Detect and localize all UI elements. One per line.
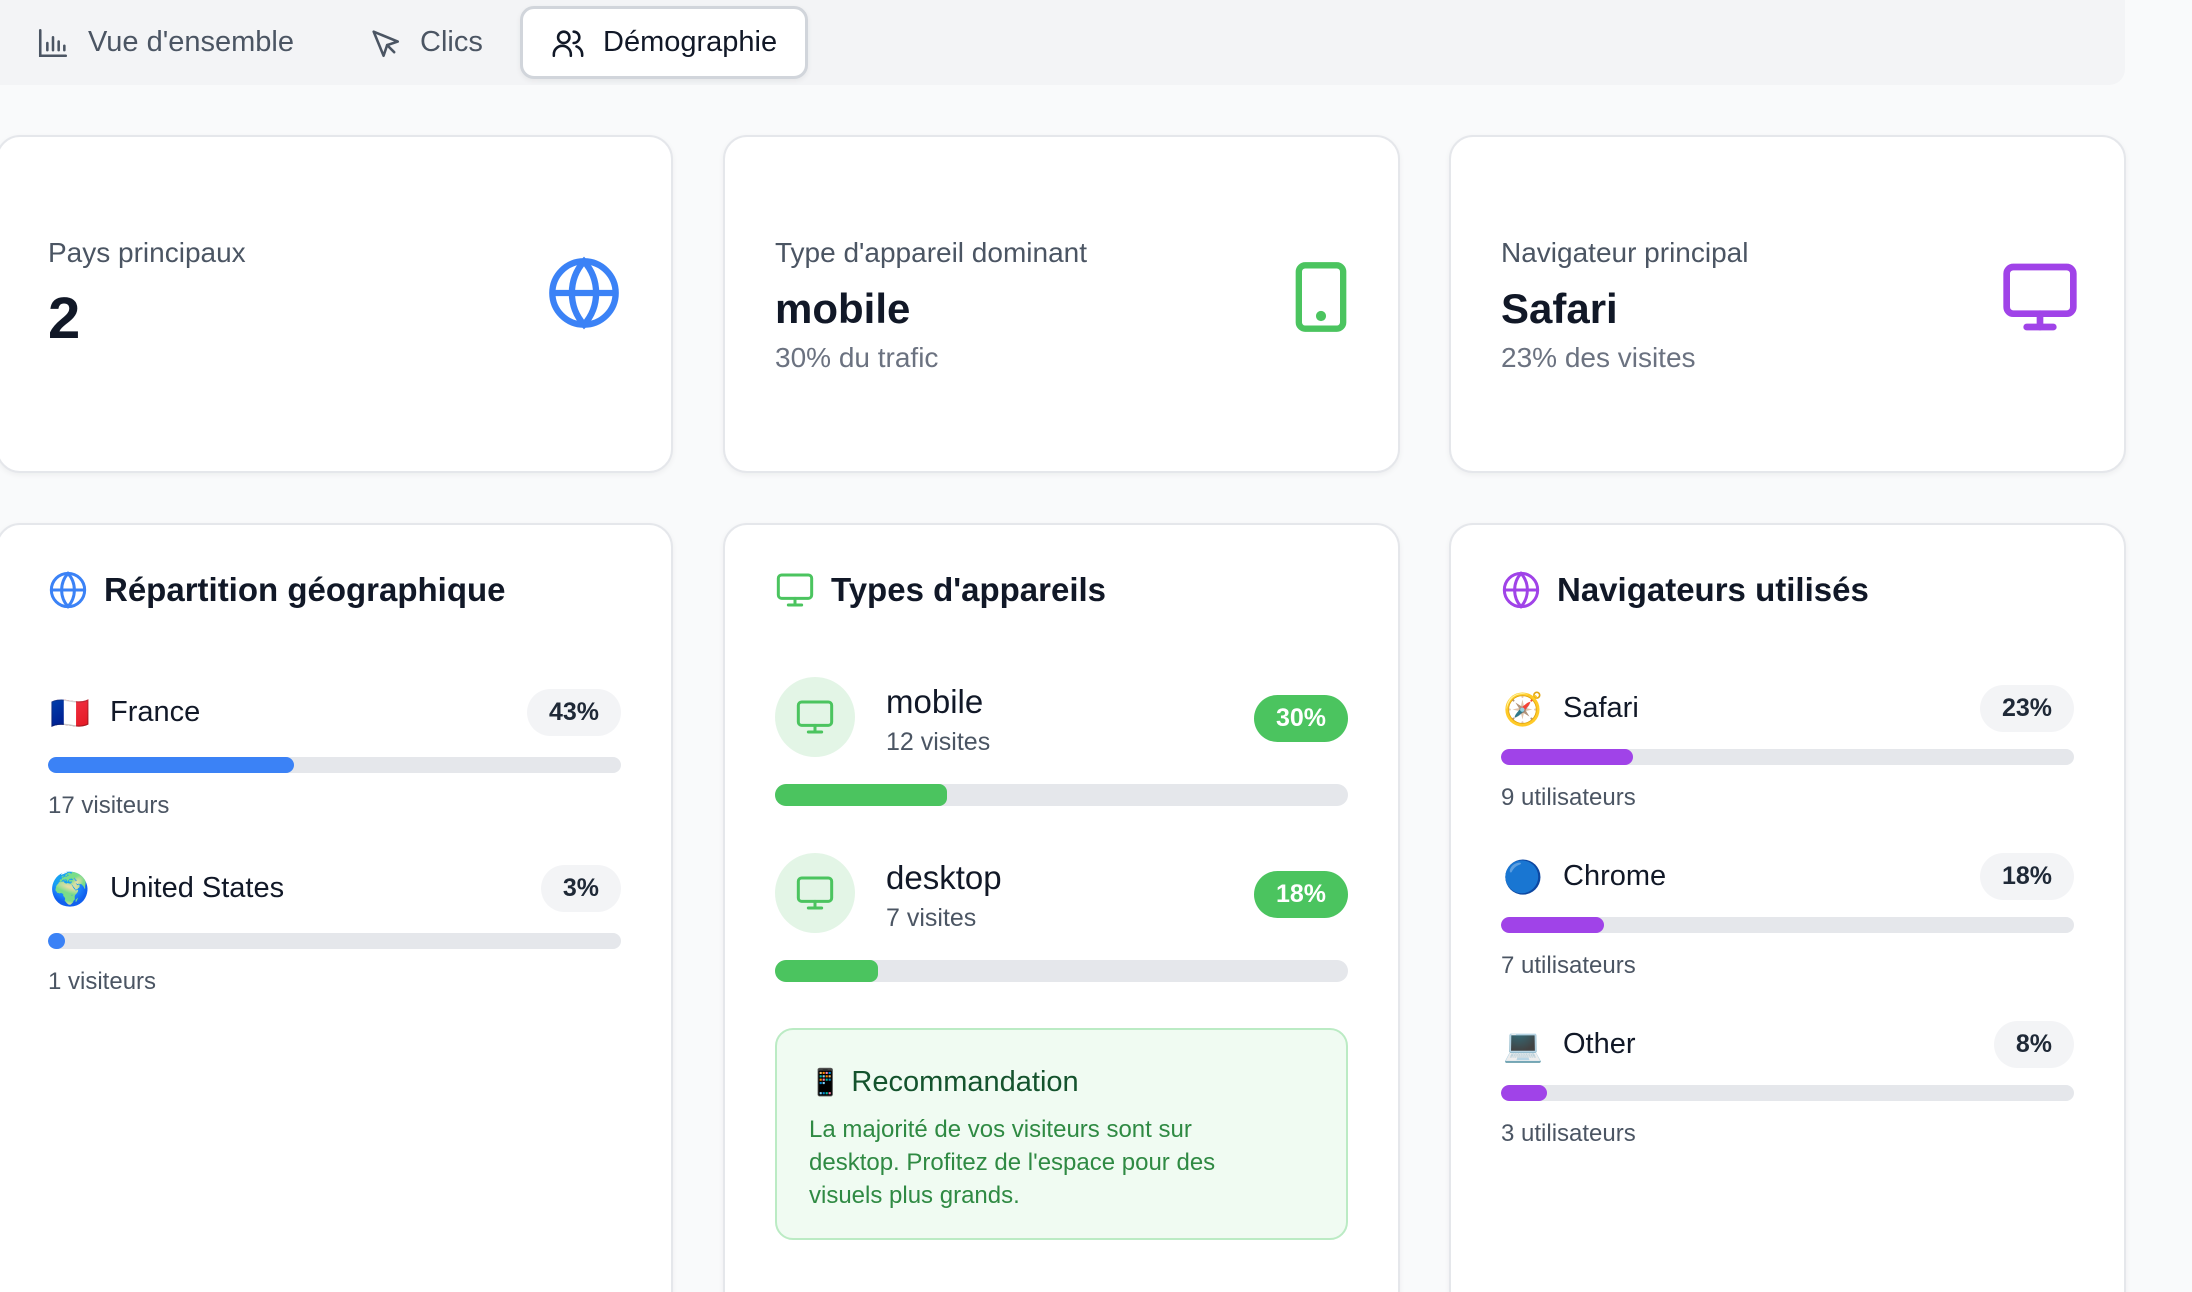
cursor-icon — [372, 29, 400, 57]
geo-card: Répartition géographique 🇫🇷 France 43% 1… — [0, 523, 673, 1292]
recommendation-title-text: Recommandation — [851, 1066, 1079, 1098]
browser-value: Safari — [1501, 285, 1618, 332]
bar-chart-icon — [38, 28, 68, 57]
country-percent-badge: 3% — [540, 865, 621, 912]
country-progress-fill — [48, 757, 295, 773]
country-progress-track — [48, 933, 621, 949]
devices-card: Types d'appareils mobile 12 visites 30% … — [723, 523, 1400, 1292]
device-icon-circle — [775, 677, 855, 757]
country-visitors: 1 visiteurs — [48, 968, 157, 995]
compass-icon: 🧭 — [1503, 690, 1543, 727]
users-icon — [552, 29, 584, 57]
device-label: Type d'appareil dominant — [775, 237, 1087, 268]
device-visits: 7 visites — [886, 904, 977, 932]
browser-percent-badge: 23% — [1979, 685, 2074, 732]
devices-title-text: Types d'appareils — [831, 571, 1107, 608]
tab-overview[interactable]: Vue d'ensemble — [8, 6, 322, 79]
monitor-icon — [776, 573, 814, 607]
geo-title: Répartition géographique — [48, 570, 506, 610]
browser-row-chrome: 🔵 Chrome 18% — [1501, 853, 2074, 900]
country-percent-badge: 43% — [526, 689, 621, 736]
browser-percent-badge: 8% — [1993, 1021, 2074, 1068]
countries-value: 2 — [48, 286, 81, 351]
countries-summary-card: Pays principaux 2 — [0, 135, 673, 473]
browser-label: Navigateur principal — [1501, 237, 1749, 268]
device-visits: 12 visites — [886, 728, 991, 756]
countries-label: Pays principaux — [48, 237, 246, 268]
device-name: desktop — [886, 859, 1002, 896]
browser-progress-track — [1501, 917, 2074, 933]
device-name: mobile — [886, 683, 984, 720]
tab-clicks-label: Clics — [420, 26, 483, 58]
smartphone-icon — [1295, 262, 1347, 332]
tab-demographics-label: Démographie — [603, 26, 778, 58]
recommendation-text: La majorité de vos visiteurs sont sur de… — [809, 1116, 1216, 1209]
browser-name: Other — [1563, 1028, 1636, 1060]
browser-progress-fill — [1501, 749, 1633, 765]
geo-row-france: 🇫🇷 France 43% — [48, 689, 621, 736]
device-progress-track — [775, 960, 1348, 982]
tab-demographics[interactable]: Démographie — [520, 6, 809, 79]
tab-bar: Vue d'ensemble Clics Démographie — [0, 0, 2125, 85]
browser-progress-fill — [1501, 1085, 1547, 1101]
device-summary-card: Type d'appareil dominant mobile 30% du t… — [723, 135, 1400, 473]
browser-progress-track — [1501, 1085, 2074, 1101]
country-name: France — [110, 696, 201, 728]
tab-clicks[interactable]: Clics — [340, 6, 511, 79]
blue-circle-icon: 🔵 — [1503, 858, 1543, 895]
laptop-icon: 💻 — [1503, 1026, 1543, 1063]
browsers-title: Navigateurs utilisés — [1501, 570, 1869, 610]
browser-users: 3 utilisateurs — [1501, 1120, 1636, 1147]
recommendation-box: 📱 Recommandation La majorité de vos visi… — [775, 1028, 1348, 1240]
device-progress-fill — [775, 960, 879, 982]
country-name: United States — [110, 872, 285, 904]
browsers-card: Navigateurs utilisés 🧭 Safari 23% 9 util… — [1449, 523, 2126, 1292]
browser-row-safari: 🧭 Safari 23% — [1501, 685, 2074, 732]
browser-progress-track — [1501, 749, 2074, 765]
globe-icon — [49, 571, 87, 609]
browser-sub: 23% des visites — [1501, 342, 1696, 373]
france-flag-icon: 🇫🇷 — [50, 694, 90, 731]
browser-name: Chrome — [1563, 860, 1667, 892]
globe-icon — [1502, 571, 1540, 609]
browser-progress-fill — [1501, 917, 1605, 933]
devices-title: Types d'appareils — [775, 570, 1106, 610]
monitor-icon — [796, 876, 834, 910]
tab-overview-label: Vue d'ensemble — [88, 26, 294, 58]
earth-globe-icon: 🌍 — [50, 870, 90, 907]
device-sub: 30% du trafic — [775, 342, 939, 373]
browser-name: Safari — [1563, 692, 1639, 724]
country-visitors: 17 visiteurs — [48, 792, 170, 819]
country-progress-track — [48, 757, 621, 773]
device-percent-badge: 30% — [1253, 695, 1348, 742]
browser-users: 7 utilisateurs — [1501, 952, 1636, 979]
device-value: mobile — [775, 285, 911, 332]
globe-icon — [549, 256, 619, 330]
device-progress-fill — [775, 784, 947, 806]
browser-summary-card: Navigateur principal Safari 23% des visi… — [1449, 135, 2126, 473]
smartphone-icon: 📱 — [809, 1067, 842, 1097]
country-progress-fill — [48, 933, 66, 949]
browser-users: 9 utilisateurs — [1501, 784, 1636, 811]
browser-row-other: 💻 Other 8% — [1501, 1021, 2074, 1068]
monitor-icon — [2003, 263, 2077, 331]
geo-row-us: 🌍 United States 3% — [48, 865, 621, 912]
browsers-title-text: Navigateurs utilisés — [1557, 571, 1869, 608]
recommendation-title: 📱 Recommandation — [809, 1066, 1314, 1099]
device-percent-badge: 18% — [1253, 871, 1348, 918]
device-icon-circle — [775, 853, 855, 933]
monitor-icon — [796, 700, 834, 734]
geo-title-text: Répartition géographique — [104, 571, 506, 608]
device-progress-track — [775, 784, 1348, 806]
browser-percent-badge: 18% — [1979, 853, 2074, 900]
